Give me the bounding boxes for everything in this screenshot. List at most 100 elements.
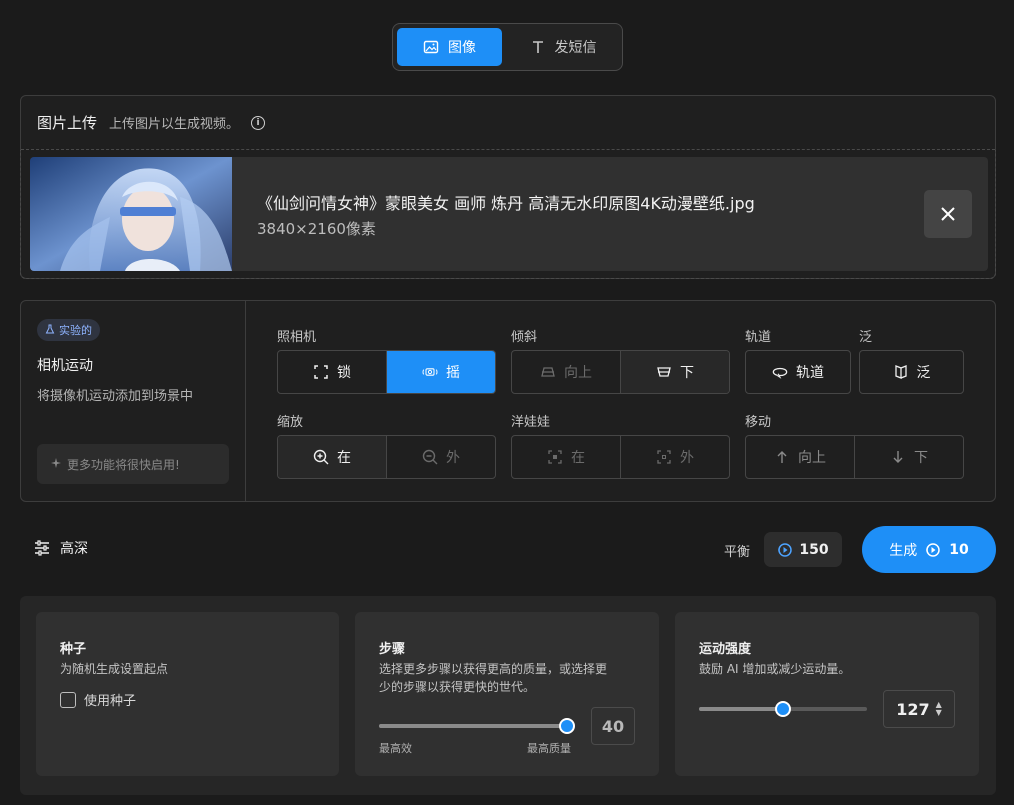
file-dimensions: 3840×2160像素 [257,220,376,238]
doll-in-button[interactable]: 在 [512,436,620,478]
steps-max-caption: 最高质量 [527,742,571,755]
motion-strength-value: 127 [896,699,930,719]
motion-strength-title: 运动强度 [699,642,752,657]
close-icon [940,206,956,222]
balance-value: 150 [799,541,829,558]
generate-button[interactable]: 生成 10 [862,526,996,573]
pan-button[interactable]: 泛 [859,350,964,394]
steps-value: 40 [601,716,625,736]
tilt-segment: 向上 下 [511,350,730,394]
steps-title: 步骤 [379,642,406,657]
orbit-icon [772,364,788,380]
use-seed-label: 使用种子 [84,694,137,709]
zoom-segment: 在 外 [277,435,496,479]
tilt-down-label: 下 [680,365,694,381]
motion-strength-slider-fill [699,707,783,711]
upload-subtitle: 上传图片以生成视频。 [109,117,240,132]
camera-lock-button[interactable]: 锁 [278,351,386,393]
image-icon [423,39,439,55]
pan-group-label: 泛 [859,330,873,345]
tilt-up-icon [540,364,556,380]
arrow-up-icon [774,449,790,465]
remove-file-button[interactable] [924,190,972,238]
balance-pill: 150 [764,532,842,567]
camera-group-label: 照相机 [277,330,317,345]
camera-segment: 锁 摇 [277,350,496,394]
mode-sms-label: 发短信 [554,40,597,56]
generate-label: 生成 [889,542,918,559]
lock-frame-icon [313,364,329,380]
zoom-in-label: 在 [337,450,351,466]
doll-out-label: 外 [680,450,694,466]
camera-motion-description: 将摄像机运动添加到场景中 [37,389,194,404]
steps-slider-thumb[interactable] [559,718,575,734]
orbit-group-label: 轨道 [745,330,772,345]
zoom-out-label: 外 [446,450,460,466]
orbit-label: 轨道 [796,365,824,381]
upload-header: 图片上传 上传图片以生成视频。 i [21,96,995,150]
flask-icon [45,324,55,337]
upload-panel: 图片上传 上传图片以生成视频。 i 《仙剑问情女神》蒙眼美女 画师 炼丹 高清无… [20,95,996,279]
steps-description-line2: 少的步骤以获得更快的世代。 [379,680,536,694]
doll-in-icon [547,449,563,465]
camera-motion-info: 实验的 相机运动 将摄像机运动添加到场景中 更多功能将很快启用! [21,301,246,501]
camera-motion-title: 相机运动 [37,358,93,374]
tilt-up-label: 向上 [564,365,592,381]
move-up-button[interactable]: 向上 [746,436,854,478]
mode-toggle: 图像 发短信 [392,23,623,71]
zoom-out-button[interactable]: 外 [386,436,495,478]
more-features-label: 更多功能将很快启用! [67,457,180,472]
zoom-group-label: 缩放 [277,415,304,430]
camera-motion-panel: 实验的 相机运动 将摄像机运动添加到场景中 更多功能将很快启用! 照相机 锁 摇… [20,300,996,502]
use-seed-checkbox-row[interactable]: 使用种子 [60,690,136,709]
motion-strength-value-box[interactable]: 127 ▲ ▼ [883,690,955,728]
tilt-group-label: 倾斜 [511,330,538,345]
balance-label: 平衡 [724,545,751,560]
sliders-icon [34,540,50,556]
uploaded-file-card: 《仙剑问情女神》蒙眼美女 画师 炼丹 高清无水印原图4K动漫壁纸.jpg 384… [30,157,988,271]
motion-strength-slider[interactable] [699,701,867,717]
move-group-label: 移动 [745,415,772,430]
tilt-down-icon [656,364,672,380]
steps-description-line1: 选择更多步骤以获得更高的质量，或选择更 [379,662,608,676]
orbit-button[interactable]: 轨道 [745,350,851,394]
zoom-in-icon [313,449,329,465]
steps-slider[interactable] [379,718,575,734]
info-icon[interactable]: i [251,115,266,130]
move-down-button[interactable]: 下 [854,436,963,478]
use-seed-checkbox[interactable] [60,691,76,708]
doll-out-icon [656,449,672,465]
doll-in-label: 在 [571,450,585,466]
credit-coin-icon [777,542,793,558]
doll-out-button[interactable]: 外 [620,436,729,478]
more-features-soon: 更多功能将很快启用! [37,444,229,484]
motion-strength-card: 运动强度 鼓励 AI 增加或减少运动量。 127 ▲ ▼ [675,612,979,776]
pan-icon [893,364,909,380]
stepper-arrows-icon[interactable]: ▲ ▼ [936,701,942,717]
mode-image-button[interactable]: 图像 [397,28,502,66]
motion-strength-slider-thumb[interactable] [775,701,791,717]
seed-description: 为随机生成设置起点 [60,662,169,676]
tilt-up-button[interactable]: 向上 [512,351,620,393]
steps-value-box[interactable]: 40 [591,707,635,745]
camera-shake-label: 摇 [446,365,460,381]
zoom-in-button[interactable]: 在 [278,436,386,478]
tilt-down-button[interactable]: 下 [620,351,729,393]
move-down-label: 下 [914,450,928,466]
advanced-toggle[interactable]: 高深 [34,538,88,558]
text-t-icon [530,39,546,55]
experimental-badge: 实验的 [37,319,100,341]
mode-sms-button[interactable]: 发短信 [507,28,619,66]
file-name: 《仙剑问情女神》蒙眼美女 画师 炼丹 高清无水印原图4K动漫壁纸.jpg [257,194,755,213]
file-thumbnail [30,157,232,271]
upload-title: 图片上传 [37,114,98,132]
mode-image-label: 图像 [448,40,476,56]
seed-card: 种子 为随机生成设置起点 使用种子 [36,612,339,776]
camera-shake-button[interactable]: 摇 [386,351,495,393]
doll-segment: 在 外 [511,435,730,479]
seed-title: 种子 [60,642,87,657]
generate-cost: 10 [949,541,969,558]
motion-strength-description: 鼓励 AI 增加或减少运动量。 [699,662,851,676]
advanced-label: 高深 [60,541,88,557]
zoom-out-icon [422,449,438,465]
